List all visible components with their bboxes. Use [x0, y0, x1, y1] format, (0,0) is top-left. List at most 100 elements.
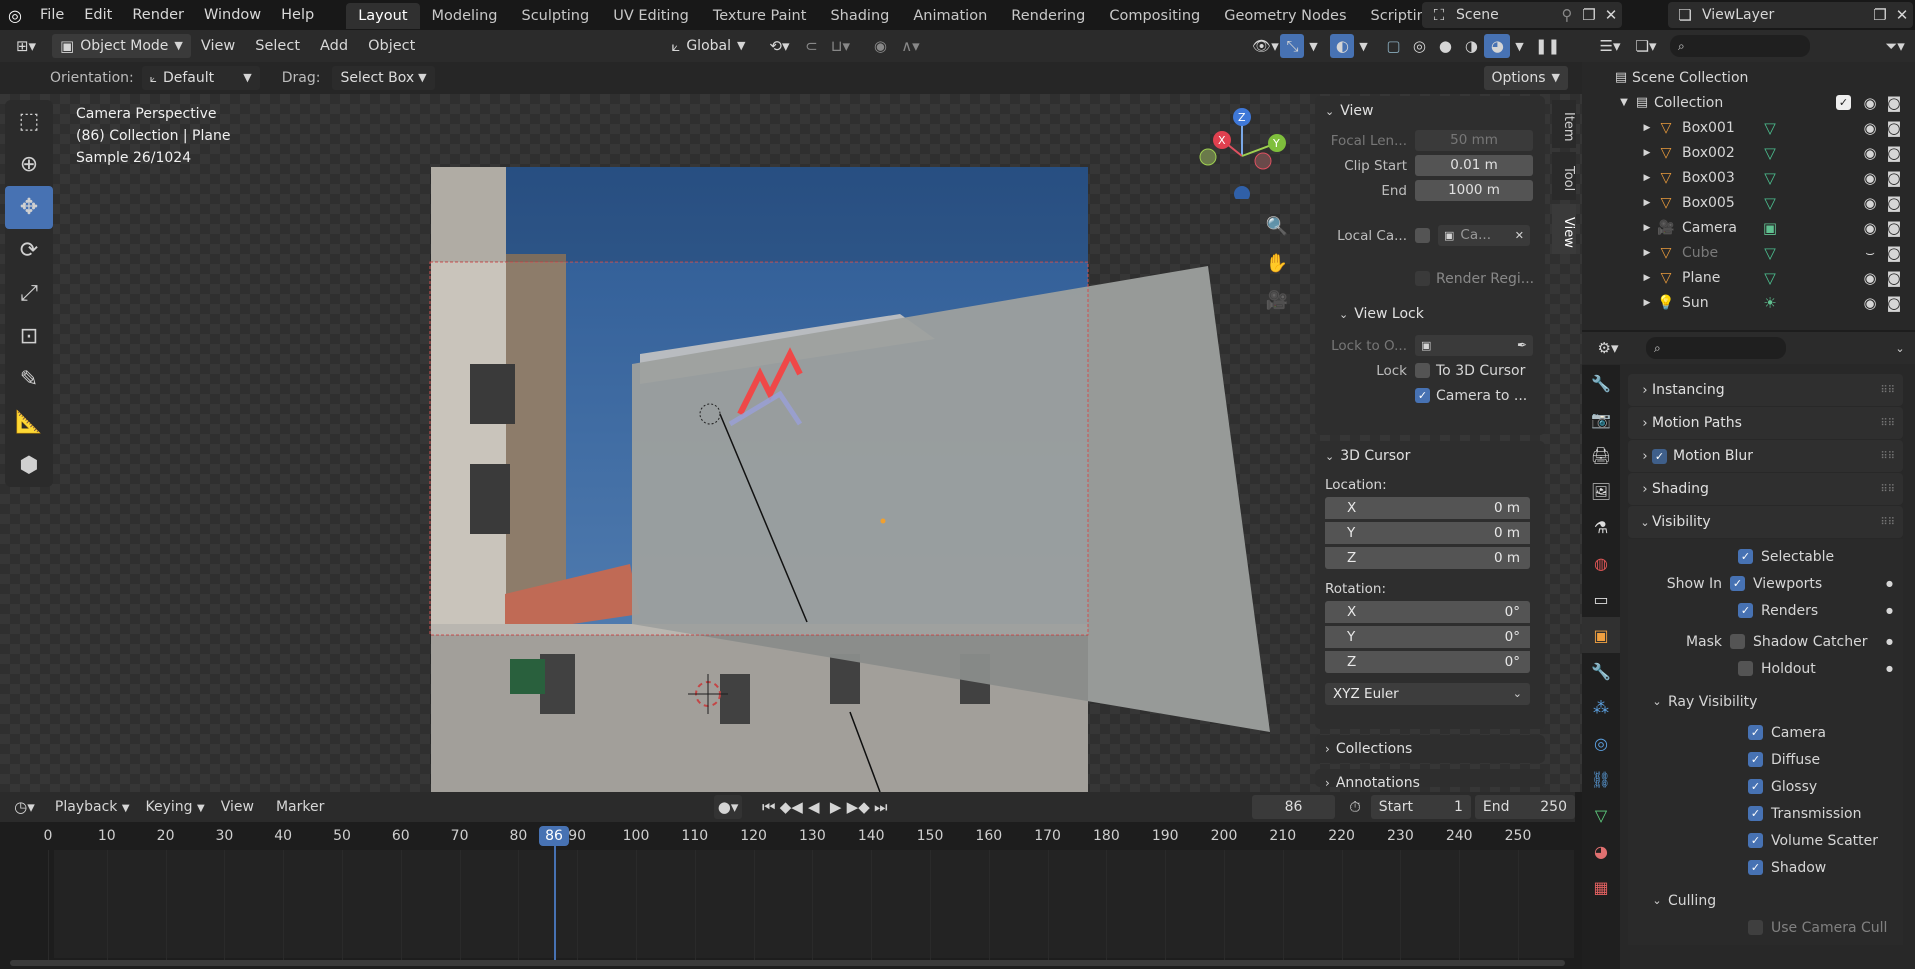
play-reverse-icon[interactable]: ◀ [803, 798, 825, 816]
outliner-item-box003[interactable]: ▶ ▽ Box003 ▽ ◉ ◙ [1582, 165, 1915, 190]
outliner-item-cube[interactable]: ▶ ▽ Cube ▽ ⌣ ◙ [1582, 240, 1915, 265]
chevron-right-icon[interactable]: ▶ [1640, 298, 1654, 308]
tab-animation[interactable]: Animation [901, 3, 999, 29]
ray-diffuse-checkbox[interactable]: ✓ [1748, 752, 1763, 767]
mesh-data-icon[interactable]: ▽ [1760, 144, 1780, 162]
tab-geometry-nodes[interactable]: Geometry Nodes [1212, 3, 1358, 29]
holdout-checkbox[interactable] [1738, 661, 1753, 676]
scale-tool-icon[interactable]: ⤢ [5, 272, 53, 315]
pause-render-icon[interactable]: ❚❚ [1534, 37, 1560, 55]
blender-logo-icon[interactable]: ◎ [0, 0, 30, 30]
drag-handle-icon[interactable]: ⠿⠿ [1880, 385, 1895, 396]
delete-view-layer-icon[interactable]: ✕ [1891, 6, 1913, 24]
keyframe-dot-icon[interactable]: ● [1886, 637, 1893, 646]
render-camera-icon[interactable]: ◙ [1884, 94, 1904, 112]
visibility-section[interactable]: ⌄ Visibility ⠿⠿ [1628, 506, 1903, 538]
move-tool-icon[interactable]: ✥ [5, 186, 53, 229]
eyedropper-icon[interactable]: ✒ [1517, 335, 1527, 356]
outliner-item-box005[interactable]: ▶ ▽ Box005 ▽ ◉ ◙ [1582, 190, 1915, 215]
cursor-tool-icon[interactable]: ⊕ [5, 143, 53, 186]
collection-row[interactable]: ▼ ▤ Collection ✓ ◉ ◙ [1582, 90, 1915, 115]
collection-tab-icon[interactable]: ▭ [1582, 581, 1620, 617]
properties-search-input[interactable]: ⌕ [1646, 337, 1786, 359]
view-layer-tab-icon[interactable]: 🖼 [1582, 473, 1620, 509]
chevron-right-icon[interactable]: ▶ [1640, 198, 1654, 208]
tab-rendering[interactable]: Rendering [999, 3, 1097, 29]
stopwatch-icon[interactable]: ⏱ [1341, 798, 1368, 816]
properties-editor-icon[interactable]: ⚙▾ [1590, 339, 1626, 357]
outliner-item-sun[interactable]: ▶ 💡 Sun ☀ ◉ ◙ [1582, 290, 1915, 315]
playback-menu[interactable]: Playback ▼ [55, 799, 130, 815]
timeline-editor-icon[interactable]: ◷▾ [8, 798, 41, 816]
end-frame-field[interactable]: End 250 [1474, 795, 1575, 819]
drag-handle-icon[interactable]: ⠿⠿ [1880, 451, 1895, 462]
next-keyframe-icon[interactable]: ▶◆ [847, 798, 870, 816]
eye-icon[interactable]: ◉ [1860, 144, 1880, 162]
ray-visibility-header[interactable]: ⌄ Ray Visibility [1628, 688, 1903, 715]
keyframe-dot-icon[interactable]: ● [1886, 664, 1893, 673]
solid-shading-icon[interactable]: ● [1432, 37, 1458, 55]
proportional-edit-icon[interactable]: ◉ [865, 37, 895, 55]
properties-options-icon[interactable]: ⌄ [1885, 342, 1915, 355]
camera-data-icon[interactable]: ▣ [1760, 219, 1780, 237]
viewport-menu-select[interactable]: Select [245, 31, 310, 61]
cursor-location-y[interactable]: Y 0 m [1325, 522, 1530, 544]
material-shading-icon[interactable]: ◑ [1458, 37, 1484, 55]
marker-menu[interactable]: Marker [276, 799, 324, 815]
render-region-checkbox[interactable] [1415, 271, 1430, 286]
chevron-right-icon[interactable]: ▶ [1640, 248, 1654, 258]
cursor-location-z[interactable]: Z 0 m [1325, 547, 1530, 569]
menu-help[interactable]: Help [271, 0, 324, 30]
tab-tool[interactable]: Tool [1552, 152, 1576, 200]
scene-selector[interactable]: ⛶ Scene ⚲ ❐ ✕ [1422, 2, 1622, 28]
overlays-dropdown-icon[interactable]: ▼ [1354, 40, 1372, 53]
xray-toggle-icon[interactable]: ▢ [1380, 37, 1406, 55]
chevron-down-icon[interactable]: ▼ [1618, 97, 1630, 108]
culling-header[interactable]: ⌄ Culling [1628, 887, 1903, 914]
modifier-tab-icon[interactable]: 🔧 [1582, 653, 1620, 689]
overlays-toggle-icon[interactable]: ◐ [1330, 34, 1355, 58]
lock-object-field[interactable]: ▣ ✒ [1415, 335, 1533, 356]
cursor-location-x[interactable]: X 0 m [1325, 497, 1530, 519]
eye-icon[interactable]: ◉ [1860, 294, 1880, 312]
current-frame-field[interactable]: 86 [1251, 795, 1336, 819]
mesh-data-icon[interactable]: ▽ [1760, 169, 1780, 187]
mesh-data-icon[interactable]: ▽ [1760, 269, 1780, 287]
tab-layout[interactable]: Layout [346, 3, 420, 29]
outliner-item-box001[interactable]: ▶ ▽ Box001 ▽ ◉ ◙ [1582, 115, 1915, 140]
eye-closed-icon[interactable]: ⌣ [1860, 244, 1880, 262]
annotate-tool-icon[interactable]: ✎ [5, 358, 53, 401]
clear-icon[interactable]: ✕ [1515, 225, 1524, 246]
rotation-mode-dropdown[interactable]: XYZ Euler ⌄ [1325, 683, 1530, 705]
record-icon[interactable]: ●▾ [714, 795, 742, 819]
rotate-tool-icon[interactable]: ⟳ [5, 229, 53, 272]
constraints-tab-icon[interactable]: ⛓ [1582, 761, 1620, 797]
options-dropdown[interactable]: Options ▼ [1483, 66, 1568, 90]
cursor-rotation-x[interactable]: X 0° [1325, 601, 1530, 623]
menu-file[interactable]: File [30, 0, 74, 30]
drag-handle-icon[interactable]: ⠿⠿ [1880, 484, 1895, 495]
navigation-gizmo[interactable]: Z X Y [1195, 104, 1300, 199]
eye-icon[interactable]: ◉ [1860, 94, 1880, 112]
scene-collection-row[interactable]: ▤ Scene Collection [1582, 65, 1915, 90]
ray-shadow-checkbox[interactable]: ✓ [1748, 860, 1763, 875]
keyframe-dot-icon[interactable]: ● [1886, 606, 1893, 615]
pan-hand-icon[interactable]: ✋ [1263, 249, 1291, 277]
clip-start-field[interactable]: 0.01 m [1415, 155, 1533, 176]
viewports-checkbox[interactable]: ✓ [1730, 576, 1745, 591]
timeline-scrollbar[interactable] [10, 960, 1565, 966]
jump-start-icon[interactable]: ⏮ [758, 798, 780, 816]
add-cube-tool-icon[interactable]: ⬢ [5, 444, 53, 487]
object-tab-icon[interactable]: ▣ [1582, 617, 1620, 653]
object-mode-dropdown[interactable]: ▣ Object Mode ▼ [52, 34, 191, 58]
measure-tool-icon[interactable]: 📐 [5, 401, 53, 444]
tab-shading[interactable]: Shading [818, 3, 901, 29]
chevron-right-icon[interactable]: ▶ [1640, 173, 1654, 183]
select-box-tool-icon[interactable]: ⬚ [5, 100, 53, 143]
snap-target-icon[interactable]: ⊔▾ [825, 37, 855, 55]
transform-tool-icon[interactable]: ⊡ [5, 315, 53, 358]
shadow-catcher-checkbox[interactable] [1730, 634, 1745, 649]
camera-view-icon[interactable]: 🎥 [1263, 286, 1291, 314]
cursor-panel-header[interactable]: ⌄ 3D Cursor [1315, 441, 1545, 471]
prev-keyframe-icon[interactable]: ◆◀ [780, 798, 803, 816]
